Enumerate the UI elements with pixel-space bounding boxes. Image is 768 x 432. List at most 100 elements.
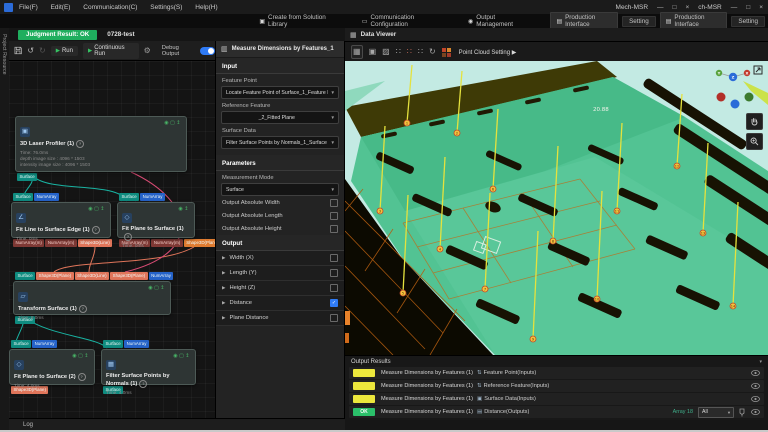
output-plane-distance-row[interactable]: ▶ Plane Distance ✓	[216, 311, 344, 326]
expand-arrow-icon[interactable]: ▶	[222, 270, 225, 276]
point-cloud-viewport[interactable]: 1234567891011121314 20.88 Z Y X	[345, 61, 768, 355]
project-tab[interactable]: 0728-test	[107, 31, 134, 38]
point-cloud-setting-icon[interactable]	[442, 48, 451, 57]
help-icon[interactable]: ?	[92, 226, 100, 234]
expand-viewport-icon[interactable]	[753, 65, 763, 75]
visibility-eye-icon[interactable]	[751, 383, 760, 389]
height-checkbox[interactable]: ✓	[330, 284, 338, 292]
color-dots-icon[interactable]: ∷	[407, 46, 412, 58]
svg-text:11: 11	[615, 209, 619, 213]
node-graph-canvas[interactable]: ▣ ◉▢↥ 3D Laser Profiler (1)? Time: 76.0m…	[9, 61, 215, 418]
output-distance-row[interactable]: ▶ Distance ✓	[216, 296, 344, 311]
plane-distance-checkbox[interactable]: ✓	[330, 314, 338, 322]
input-ports[interactable]: Surface NumArray	[119, 193, 195, 201]
menu-communication[interactable]: Communication(C)	[83, 4, 137, 11]
fit-plane-icon: ◇	[122, 213, 132, 223]
menu-help[interactable]: Help(H)	[195, 4, 217, 11]
input-ports[interactable]: Surface NumArray	[13, 193, 111, 201]
node-transform-surface[interactable]: Surface Shape3D(Plane) Shape3D(Line) Sha…	[13, 272, 171, 324]
run-settings-gear-icon[interactable]: ⚙	[144, 46, 151, 55]
output-ports[interactable]: Surface	[17, 173, 187, 181]
setting-button[interactable]: Setting	[622, 16, 656, 27]
visibility-eye-icon[interactable]	[751, 409, 760, 415]
close-button[interactable]: ×	[685, 4, 689, 11]
minimize-button[interactable]: —	[657, 4, 664, 11]
node-fit-plane-to-surface-1[interactable]: Surface NumArray ◇ ◉↥ Fit Plane to Surfa…	[117, 193, 195, 247]
help-icon[interactable]: ?	[124, 233, 132, 241]
undo-icon[interactable]: ↺	[27, 46, 34, 55]
node-filter-surface-points-by-normals[interactable]: Surface NumArray ▦ ◉▢↥ Filter Surface Po…	[101, 340, 196, 394]
input-ports[interactable]: Surface NumArray	[103, 340, 196, 348]
expand-arrow-icon[interactable]: ▶	[222, 255, 225, 261]
measurement-mode-select[interactable]: Surface▼	[221, 183, 339, 196]
close-button-2[interactable]: ×	[759, 4, 763, 11]
reference-feature-select[interactable]: _2_Fitted Plane▼	[221, 111, 339, 124]
input-ports[interactable]: Surface NumArray	[11, 340, 95, 348]
distance-checkbox[interactable]: ✓	[330, 299, 338, 307]
output-absolute-height-checkbox[interactable]: ✓	[330, 225, 338, 233]
result-row-distance[interactable]: OK Measure Dimensions by Features (1) ▤ …	[349, 406, 764, 418]
input-ports[interactable]: Surface Shape3D(Plane) Shape3D(Line) Sha…	[15, 272, 171, 280]
array-filter-select[interactable]: All▼	[698, 407, 734, 418]
dots-grid-icon[interactable]: ∷	[396, 46, 401, 58]
length-checkbox[interactable]: ✓	[330, 269, 338, 277]
feature-point-select[interactable]: Locate Feature Point of Surface_1_Featur…	[221, 86, 339, 99]
output-height-row[interactable]: ▶ Height (Z) ✓	[216, 281, 344, 296]
minimize-button-2[interactable]: —	[731, 4, 738, 11]
output-length-row[interactable]: ▶ Length (Y) ✓	[216, 266, 344, 281]
run-button[interactable]: ▶ Run	[51, 46, 78, 56]
menu-edit[interactable]: Edit(E)	[51, 4, 71, 11]
output-absolute-length-checkbox[interactable]: ✓	[330, 212, 338, 220]
pin-result-icon[interactable]	[739, 408, 745, 417]
save-icon[interactable]	[14, 46, 22, 55]
maximize-button-2[interactable]: □	[746, 4, 750, 11]
step-parameters-panel: ▥ Measure Dimensions by Features_1 Input…	[215, 41, 345, 418]
collapse-icon[interactable]: ▾	[759, 359, 762, 365]
maximize-button[interactable]: □	[673, 4, 677, 11]
redo-icon[interactable]: ↻	[39, 46, 46, 55]
node-fit-line-to-surface-edge[interactable]: Surface NumArray ∠ ◉▢↥ Fit Line to Surfa…	[11, 193, 111, 247]
output-management-button[interactable]: ◉ Output Management	[468, 14, 528, 28]
help-icon[interactable]: ?	[76, 140, 84, 148]
refresh-view-icon[interactable]: ↻	[429, 46, 436, 58]
judgment-result-badge: Judgment Result: OK	[18, 30, 97, 40]
expand-arrow-icon[interactable]: ▶	[222, 285, 225, 291]
point-cloud-setting-label[interactable]: Point Cloud Setting ▶	[459, 49, 517, 56]
dots-grid-2-icon[interactable]: ∷	[418, 46, 423, 58]
help-icon[interactable]: ?	[139, 380, 147, 388]
result-row-surface-data[interactable]: Measure Dimensions by Features (1) ▣ Sur…	[349, 393, 764, 405]
node-3d-laser-profiler[interactable]: ▣ ◉▢↥ 3D Laser Profiler (1)? Time: 76.0m…	[15, 115, 187, 181]
expand-arrow-icon[interactable]: ▶	[222, 300, 225, 306]
image-view-icon[interactable]: ▨	[382, 46, 390, 58]
point-cloud-canvas[interactable]: 1234567891011121314 20.88 Z Y X	[345, 61, 768, 355]
hand-icon	[750, 117, 759, 126]
menu-file[interactable]: File(F)	[19, 4, 38, 11]
node-status-icons: ◉▢↥	[88, 206, 106, 212]
continuous-run-button[interactable]: ▶ Continuous Run	[83, 43, 139, 59]
single-view-icon[interactable]: ▣	[369, 46, 377, 58]
pin-icon: ↥	[84, 353, 90, 359]
grid-view-icon[interactable]: ▦	[351, 45, 363, 59]
result-row-reference-feature[interactable]: Measure Dimensions by Features (1) ⇅ Ref…	[349, 380, 764, 392]
setting-button-2[interactable]: Setting	[731, 16, 765, 27]
output-width-row[interactable]: ▶ Width (X) ✓	[216, 251, 344, 266]
menu-settings[interactable]: Settings(S)	[150, 4, 182, 11]
visibility-eye-icon[interactable]	[751, 396, 760, 402]
width-checkbox[interactable]: ✓	[330, 254, 338, 262]
node-fit-plane-to-surface-2[interactable]: Surface NumArray ◇ ◉▢↥ Fit Plane to Surf…	[9, 340, 95, 394]
create-from-solution-library-button[interactable]: ▣ Create from Solution Library	[259, 14, 339, 28]
output-absolute-width-checkbox[interactable]: ✓	[330, 199, 338, 207]
communication-configuration-button[interactable]: ▭ Communication Configuration	[362, 14, 446, 28]
visibility-eye-icon[interactable]	[751, 370, 760, 376]
node-status-icons: ◉↥	[178, 206, 190, 212]
result-row-feature-point[interactable]: Measure Dimensions by Features (1) ⇅ Fea…	[349, 367, 764, 379]
zoom-tool-button[interactable]	[746, 133, 763, 150]
debug-output-toggle[interactable]	[200, 47, 215, 55]
surface-data-select[interactable]: Filter Surface Points by Normals_1_Surfa…	[221, 136, 339, 149]
pan-tool-button[interactable]	[746, 113, 763, 130]
output-results-header[interactable]: Output Results ▾	[345, 356, 768, 367]
help-icon[interactable]: ?	[78, 373, 86, 381]
project-resource-tab[interactable]: Project Resource	[1, 28, 7, 75]
expand-arrow-icon[interactable]: ▶	[222, 315, 225, 321]
help-icon[interactable]: ?	[79, 305, 87, 313]
